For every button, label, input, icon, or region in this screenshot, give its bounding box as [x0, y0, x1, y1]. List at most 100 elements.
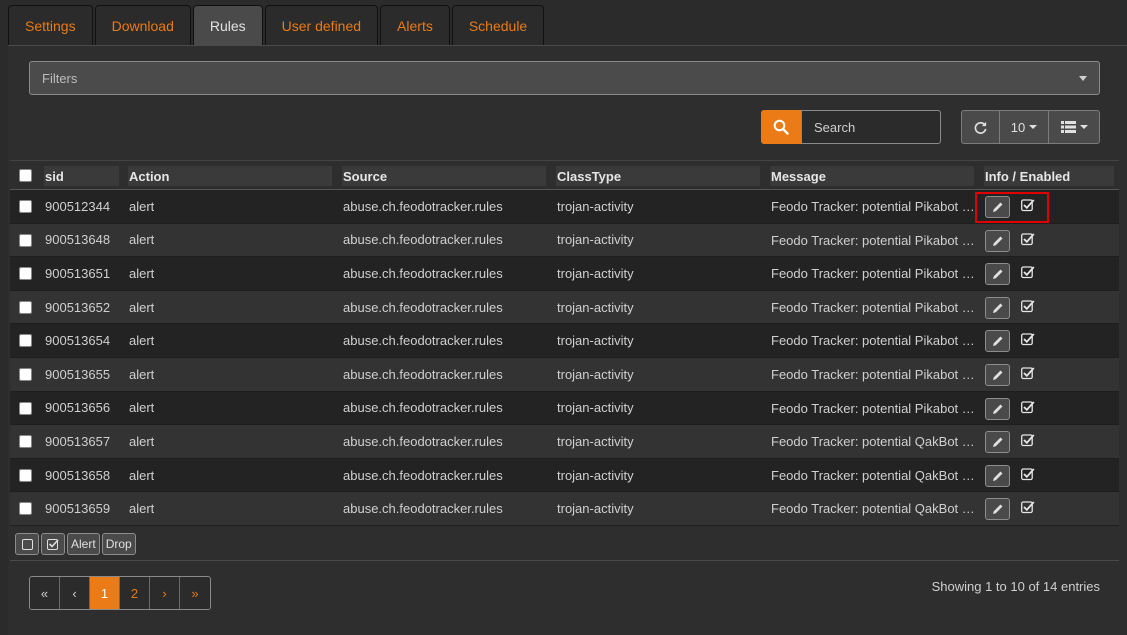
row-checkbox[interactable]	[19, 401, 32, 415]
row-checkbox[interactable]	[19, 502, 32, 516]
edit-rule-button[interactable]	[985, 296, 1010, 319]
cell-sid: 900513657	[45, 433, 111, 449]
cell-source: abuse.ch.feodotracker.rules	[343, 198, 503, 214]
enabled-checkbox-icon[interactable]	[1021, 332, 1035, 346]
edit-rule-button[interactable]	[985, 229, 1010, 252]
table-row[interactable]: 900513654 alert abuse.ch.feodotracker.rule…	[10, 324, 1119, 358]
edit-rule-button[interactable]	[985, 397, 1010, 420]
next-page-button[interactable]: ›	[150, 577, 180, 609]
checkbox-empty-icon	[21, 538, 33, 550]
checkbox-checked-icon	[47, 539, 59, 550]
edit-rule-button[interactable]	[985, 464, 1010, 487]
tab-download[interactable]: Download	[94, 5, 191, 45]
cell-action: alert	[129, 433, 155, 449]
edit-rule-button[interactable]	[985, 196, 1010, 218]
table-row[interactable]: 900512344 alert abuse.ch.feodotracker.rule…	[10, 190, 1119, 224]
cell-action: alert	[129, 232, 155, 248]
cell-classtype: trojan-activity	[557, 265, 634, 281]
tab-rules[interactable]: Rules	[192, 5, 263, 45]
table-row[interactable]: 900513652 alert abuse.ch.feodotracker.rule…	[10, 290, 1119, 325]
refresh-button[interactable]	[961, 110, 1000, 144]
row-checkbox[interactable]	[19, 233, 32, 247]
tab-schedule[interactable]: Schedule	[451, 5, 545, 45]
cell-source: abuse.ch.feodotracker.rules	[343, 467, 503, 483]
page-1-button[interactable]: 1	[90, 577, 120, 609]
row-checkbox[interactable]	[19, 435, 32, 449]
enabled-checkbox-icon[interactable]	[1021, 299, 1035, 313]
column-header-action[interactable]: Action	[128, 166, 332, 186]
pencil-icon	[992, 504, 1002, 515]
cell-classtype: trojan-activity	[557, 400, 634, 416]
select-all-checkbox[interactable]	[19, 169, 32, 182]
edit-rule-button[interactable]	[985, 363, 1010, 386]
tab-bar: Settings Download Rules User defined Ale…	[8, 5, 546, 45]
page-2-button[interactable]: 2	[120, 577, 150, 609]
pencil-icon	[992, 336, 1002, 347]
enabled-checkbox-icon[interactable]	[1021, 232, 1035, 246]
table-row[interactable]: 900513659 alert abuse.ch.feodotracker.rule…	[10, 492, 1119, 526]
cell-source: abuse.ch.feodotracker.rules	[343, 501, 503, 517]
search-input[interactable]	[801, 110, 941, 144]
table-row[interactable]: 900513657 alert abuse.ch.feodotracker.rule…	[10, 425, 1119, 459]
tab-user-defined[interactable]: User defined	[264, 5, 379, 45]
enable-selected-button[interactable]	[41, 533, 65, 555]
list-icon	[1060, 121, 1076, 133]
row-checkbox[interactable]	[19, 334, 32, 348]
alert-button[interactable]: Alert	[67, 533, 100, 555]
table-toolbar: 10	[961, 110, 1100, 144]
filters-dropdown[interactable]: Filters	[29, 61, 1100, 95]
cell-sid: 900512344	[45, 198, 111, 214]
enabled-checkbox-icon[interactable]	[1021, 467, 1035, 481]
cell-message: Feodo Tracker: potential Pikabot C&C	[771, 266, 976, 282]
rules-table: sid Action Source ClassType Message Info…	[10, 160, 1119, 526]
columns-dropdown[interactable]	[1049, 110, 1100, 144]
edit-rule-button[interactable]	[985, 263, 1010, 286]
row-checkbox[interactable]	[19, 200, 32, 213]
page-size-dropdown[interactable]: 10	[1000, 110, 1049, 144]
column-header-classtype[interactable]: ClassType	[556, 166, 760, 186]
cell-action: alert	[129, 198, 155, 214]
first-page-button[interactable]: «	[30, 577, 60, 609]
column-header-info-enabled[interactable]: Info / Enabled	[984, 166, 1114, 186]
cell-source: abuse.ch.feodotracker.rules	[343, 333, 503, 349]
column-header-source[interactable]: Source	[342, 166, 546, 186]
tab-settings[interactable]: Settings	[8, 5, 93, 45]
column-header-message[interactable]: Message	[770, 166, 974, 186]
cell-classtype: trojan-activity	[557, 366, 634, 382]
row-checkbox[interactable]	[19, 367, 32, 381]
cell-message: Feodo Tracker: potential Pikabot C&C	[771, 299, 976, 315]
cell-message: Feodo Tracker: potential QakBot C&C	[771, 467, 976, 483]
pencil-icon	[992, 370, 1002, 380]
prev-page-button[interactable]: ‹	[60, 577, 90, 609]
tab-alerts[interactable]: Alerts	[380, 5, 450, 45]
row-checkbox[interactable]	[19, 267, 32, 281]
table-row[interactable]: 900513648 alert abuse.ch.feodotracker.rule…	[10, 223, 1119, 258]
enabled-checkbox-icon[interactable]	[1021, 366, 1035, 380]
table-row[interactable]: 900513656 alert abuse.ch.feodotracker.rule…	[10, 391, 1119, 426]
disable-selected-button[interactable]	[15, 533, 39, 555]
enabled-checkbox-icon[interactable]	[1021, 400, 1035, 414]
drop-button[interactable]: Drop	[101, 533, 136, 555]
pencil-icon	[992, 437, 1002, 448]
column-header-sid[interactable]: sid	[44, 166, 119, 186]
table-row[interactable]: 900513651 alert abuse.ch.feodotracker.rule…	[10, 257, 1119, 291]
cell-classtype: trojan-activity	[557, 501, 634, 517]
row-checkbox[interactable]	[19, 300, 32, 314]
enabled-checkbox-icon[interactable]	[1021, 198, 1035, 212]
enabled-checkbox-icon[interactable]	[1021, 500, 1035, 514]
search-button[interactable]	[761, 110, 801, 144]
refresh-icon	[974, 121, 987, 134]
chevron-down-icon	[1029, 125, 1038, 129]
enabled-checkbox-icon[interactable]	[1021, 265, 1035, 279]
enabled-checkbox-icon[interactable]	[1021, 433, 1035, 447]
table-row[interactable]: 900513658 alert abuse.ch.feodotracker.rule…	[10, 458, 1119, 493]
edit-rule-button[interactable]	[985, 330, 1010, 353]
edit-rule-button[interactable]	[985, 431, 1010, 454]
cell-classtype: trojan-activity	[557, 467, 634, 483]
table-row[interactable]: 900513655 alert abuse.ch.feodotracker.rule…	[10, 357, 1119, 392]
edit-rule-button[interactable]	[985, 498, 1010, 521]
cell-message: Feodo Tracker: potential QakBot C&C	[771, 434, 976, 450]
row-checkbox[interactable]	[19, 468, 32, 482]
cell-source: abuse.ch.feodotracker.rules	[343, 265, 503, 281]
last-page-button[interactable]: »	[180, 577, 210, 609]
